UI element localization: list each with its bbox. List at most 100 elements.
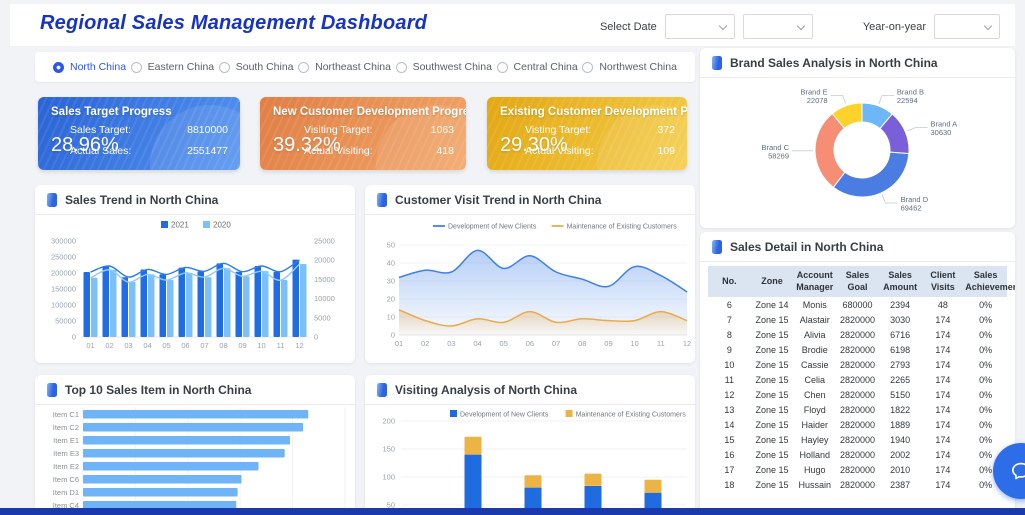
footer-strip	[0, 508, 1025, 515]
region-tab-central-china[interactable]: Central China	[496, 61, 578, 73]
panel-title-icon	[712, 55, 722, 70]
svg-text:Maintenance of Existing Custom: Maintenance of Existing Customers	[576, 412, 687, 419]
kpi-row-value: 372	[657, 124, 675, 136]
brand-analysis-panel: Brand Sales Analysis in North China Bran…	[700, 48, 1015, 228]
svg-text:05: 05	[162, 341, 170, 350]
region-tab-label: Eastern China	[147, 61, 215, 73]
table-cell: 15	[724, 434, 735, 445]
svg-text:40: 40	[387, 259, 395, 268]
kpi-card-new-customer: New Customer Development Progress Visiti…	[260, 97, 466, 170]
panel-title: Customer Visit Trend in North China	[395, 192, 602, 207]
table-cell: 174	[935, 449, 951, 460]
table-cell: 174	[935, 314, 951, 325]
region-tab-northwest-china[interactable]: Northwest China	[582, 61, 677, 73]
table-cell: 0%	[979, 419, 993, 430]
svg-text:20: 20	[387, 295, 395, 304]
svg-text:Item D1: Item D1	[53, 488, 79, 497]
panel-title: Top 10 Sales Item in North China	[65, 382, 252, 397]
kpi-row-value: 418	[436, 145, 454, 157]
table-cell: Chen	[804, 389, 826, 400]
table-cell: 2820000	[839, 329, 875, 340]
radio-icon	[582, 61, 594, 73]
svg-text:08: 08	[578, 339, 586, 348]
year-on-year-label: Year-on-year	[862, 20, 926, 33]
svg-text:07: 07	[552, 339, 560, 348]
table-cell: Brodie	[801, 344, 828, 355]
table-cell: 174	[935, 359, 951, 370]
table-cell: 2820000	[839, 374, 875, 385]
table-cell: 0%	[979, 359, 993, 370]
svg-text:Brand A30630: Brand A 30630	[931, 120, 958, 138]
chat-bubble-icon	[1012, 462, 1025, 480]
table-cell: 174	[935, 374, 951, 385]
sales-detail-panel: Sales Detail in North China No. Zone Accou…	[700, 232, 1015, 515]
svg-text:09: 09	[604, 339, 612, 348]
radio-icon	[218, 61, 230, 73]
year-on-year-select[interactable]	[934, 14, 1000, 39]
date-select-start[interactable]	[664, 14, 735, 39]
visiting-analysis-panel: Visiting Analysis of North China 200 150 1…	[365, 375, 695, 515]
kpi-card-sales-target: Sales Target Progress Sales Target: 88100…	[38, 97, 240, 170]
radio-icon	[395, 61, 407, 73]
region-tab-label: South China	[235, 61, 294, 73]
sales-trend-chart: 0500001000001500002000002500003000000500…	[51, 221, 335, 351]
svg-text:12: 12	[683, 339, 691, 348]
table-cell: Haider	[801, 419, 829, 430]
svg-text:5000: 5000	[314, 313, 331, 322]
region-tab-northeast-china[interactable]: Northeast China	[298, 61, 391, 73]
kpi-row-value: 2551477	[187, 145, 228, 157]
select-date-label: Select Date	[599, 20, 657, 33]
svg-text:05: 05	[500, 339, 508, 348]
region-tab-south-china[interactable]: South China	[218, 61, 294, 73]
svg-text:01: 01	[86, 341, 94, 350]
svg-text:250000: 250000	[51, 253, 76, 262]
svg-text:30: 30	[387, 277, 395, 286]
table-cell: 2010	[890, 464, 911, 475]
region-tab-label: Northwest China	[599, 61, 677, 73]
svg-text:50000: 50000	[55, 317, 76, 326]
table-cell: 680000	[842, 299, 873, 310]
date-select-end[interactable]	[742, 14, 813, 39]
svg-text:10: 10	[257, 341, 265, 350]
svg-text:01: 01	[395, 339, 403, 348]
table-row: 14 Zone 15 Haider 2820000 1889 174 0%	[708, 417, 1007, 432]
kpi-percent: 29.30%	[500, 134, 568, 156]
table-cell: 0%	[979, 344, 993, 355]
table-cell: 2820000	[839, 479, 875, 490]
table-cell: 2820000	[839, 344, 875, 355]
svg-text:300000: 300000	[51, 237, 76, 246]
table-cell: 9	[726, 344, 732, 355]
region-tab-north-china[interactable]: North China	[53, 61, 126, 73]
table-cell: 6198	[890, 344, 911, 355]
svg-text:25000: 25000	[314, 237, 335, 246]
region-tab-label: Central China	[513, 61, 578, 73]
table-cell: 14	[724, 419, 735, 430]
region-tab-eastern-china[interactable]: Eastern China	[130, 61, 215, 73]
svg-text:Item C6: Item C6	[53, 475, 79, 484]
table-row: 15 Zone 15 Hayley 2820000 1940 174 0%	[708, 432, 1007, 447]
svg-text:20000: 20000	[314, 256, 335, 265]
region-tab-southwest-china[interactable]: Southwest China	[395, 61, 492, 73]
brand-donut-chart: Brand B 22594 Brand A 30630 Brand D 69462 Bran…	[761, 87, 958, 212]
table-cell: Hussain	[798, 479, 832, 490]
svg-text:04: 04	[143, 341, 151, 350]
svg-text:09: 09	[238, 341, 246, 350]
radio-icon	[298, 61, 310, 73]
table-cell: 8	[726, 329, 732, 340]
visit-trend-chart: 0102030405001 02 03 04 05 06 07 08 09 10 11 12Devel…	[387, 224, 692, 349]
region-tab-label: North China	[70, 61, 127, 73]
table-cell: Hayley	[801, 434, 829, 445]
table-cell: Zone 15	[755, 449, 789, 460]
table-cell: 0%	[979, 314, 993, 325]
svg-text:10: 10	[630, 339, 638, 348]
table-row: 16 Zone 15 Holland 2820000 2002 174 0%	[708, 447, 1007, 462]
svg-text:10: 10	[387, 313, 395, 322]
table-cell: 174	[935, 464, 951, 475]
column-header: Account Manager	[793, 266, 837, 298]
svg-text:Maintenance of Existing Custom: Maintenance of Existing Customers	[567, 224, 678, 231]
table-cell: 2820000	[839, 434, 875, 445]
table-cell: Zone 15	[755, 314, 789, 325]
region-tab-label: Northeast China	[315, 61, 391, 73]
kpi-title: Sales Target Progress	[51, 106, 172, 118]
table-row: 17 Zone 15 Hugo 2820000 2010 174 0%	[708, 462, 1007, 477]
